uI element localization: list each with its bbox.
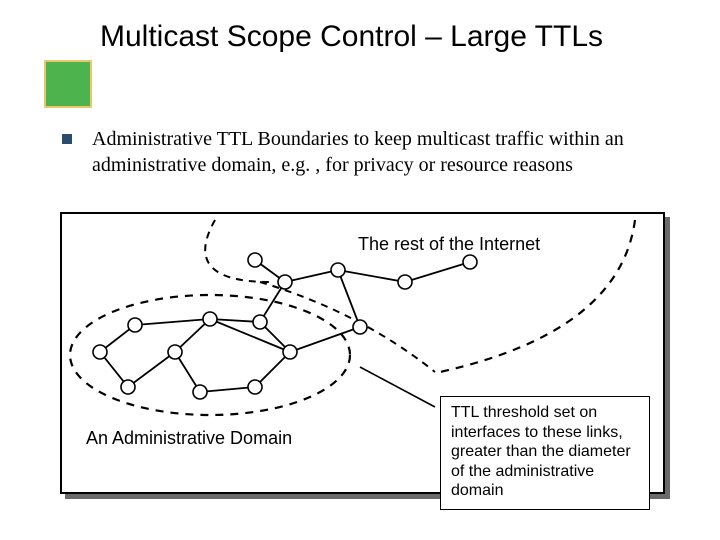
title-accent-square — [44, 60, 92, 108]
slide-title: Multicast Scope Control – Large TTLs — [100, 18, 660, 56]
admin-domain-label: An Administrative Domain — [86, 428, 292, 449]
internet-label: The rest of the Internet — [358, 234, 540, 255]
ttl-threshold-callout: TTL threshold set on interfaces to these… — [440, 396, 650, 510]
bullet-marker — [62, 134, 72, 144]
bullet-text: Administrative TTL Boundaries to keep mu… — [92, 126, 672, 179]
